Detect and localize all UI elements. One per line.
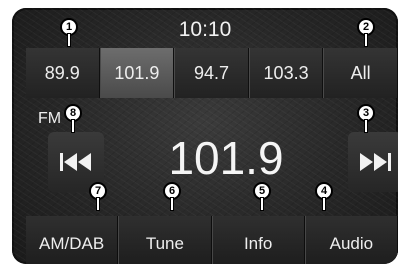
preset-button-4[interactable]: 103.3 [248,48,324,98]
info-button[interactable]: Info [211,216,305,264]
callout-7-stem [97,198,99,210]
callout-6-stem [171,198,173,210]
callout-3-stem [365,120,367,132]
bottom-menu-bar: AM/DAB Tune Info Audio [26,216,398,264]
callout-7: 7 [89,182,107,212]
seek-forward-icon [360,153,391,171]
preset-button-2[interactable]: 101.9 [99,48,175,98]
band-label: FM [38,110,62,127]
seek-forward-button[interactable] [348,132,398,192]
preset-button-1[interactable]: 89.9 [26,48,100,98]
audio-button[interactable]: Audio [304,216,398,264]
callout-5-stem [261,198,263,210]
callout-5: 5 [253,182,271,212]
callout-8: 8 [64,104,82,134]
callout-3: 3 [357,104,375,134]
callout-6: 6 [163,182,181,212]
callout-1: 1 [60,18,78,48]
am-dab-button[interactable]: AM/DAB [26,216,119,264]
callout-4: 4 [315,182,333,212]
station-frequency: 101.9 [168,132,284,184]
preset-bar: 89.9 101.9 94.7 103.3 All [26,48,398,98]
callout-4-stem [323,198,325,210]
seek-back-icon [60,153,91,171]
callout-8-stem [72,120,74,132]
preset-button-3[interactable]: 94.7 [174,48,249,98]
callout-1-stem [68,34,70,46]
callout-2: 2 [357,18,375,48]
tune-button[interactable]: Tune [118,216,212,264]
callout-2-stem [365,34,367,46]
all-presets-button[interactable]: All [323,48,398,98]
